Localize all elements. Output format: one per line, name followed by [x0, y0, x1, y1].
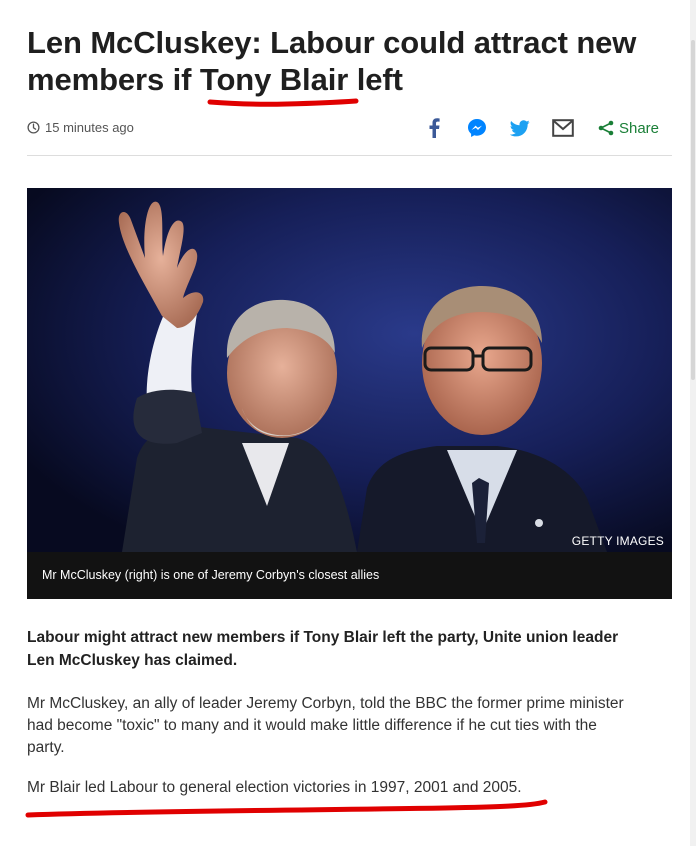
article-intro: Labour might attract new members if Tony… — [27, 629, 619, 669]
image-caption-bar: Mr McCluskey (right) is one of Jeremy Co… — [27, 552, 672, 599]
article-headline: Len McCluskey: Labour could attract new … — [27, 25, 637, 97]
article-paragraph: Mr Blair led Labour to general election … — [27, 779, 522, 796]
scrollbar-thumb[interactable] — [691, 40, 695, 380]
image-caption: Mr McCluskey (right) is one of Jeremy Co… — [42, 568, 380, 582]
page-scrollbar[interactable] — [690, 0, 696, 846]
twitter-icon[interactable] — [509, 117, 531, 139]
share-label: Share — [618, 119, 659, 137]
header-divider — [27, 155, 672, 156]
paragraph-annotation-underline — [25, 799, 548, 818]
share-button[interactable]: Share — [598, 120, 659, 137]
messenger-icon[interactable] — [466, 117, 488, 139]
email-icon[interactable] — [552, 117, 574, 139]
article-meta: 15 minutes ago Share — [27, 115, 672, 141]
facebook-icon[interactable] — [423, 117, 445, 139]
headline-annotation-underline — [207, 98, 359, 107]
share-icon — [598, 120, 614, 136]
hero-photo — [27, 188, 672, 552]
clock-icon — [27, 121, 40, 134]
image-credit: GETTY IMAGES — [571, 534, 664, 548]
timestamp-text: 15 minutes ago — [45, 120, 134, 135]
hero-image: GETTY IMAGES Mr McCluskey (right) is one… — [27, 188, 672, 599]
share-toolbar: Share — [402, 115, 659, 141]
timestamp: 15 minutes ago — [27, 120, 134, 135]
article-paragraph: Mr McCluskey, an ally of leader Jeremy C… — [27, 695, 624, 756]
